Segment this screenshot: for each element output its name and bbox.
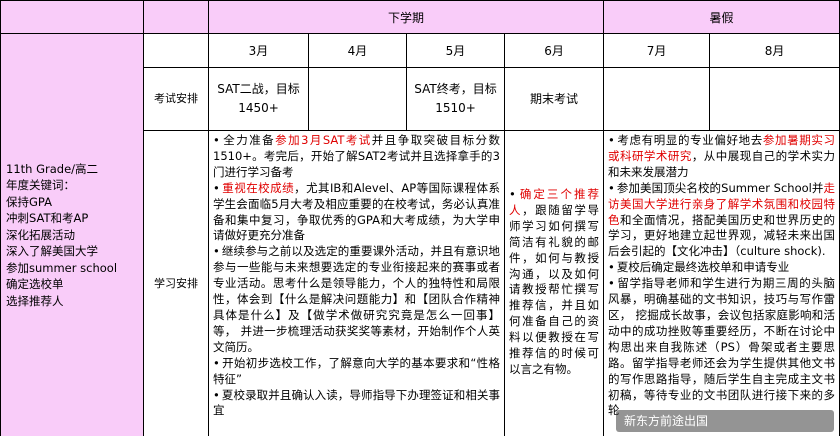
- study-jun: • 确定三个推荐人，跟随留学导师学习如何撰写简洁有礼貌的邮件，如何与教授沟通，以及…: [503, 130, 605, 436]
- exam-may-line2: 1510+: [435, 101, 476, 115]
- blank-header-cell: [143, 0, 209, 34]
- exam-may-line1: SAT终考，目标: [414, 82, 497, 96]
- study-item: • 全力准备参加3月SAT考试并且争取突破目标分数1510+。考完后，开始了解SA…: [213, 133, 501, 179]
- exam-may: SAT终考，目标 1510+: [406, 67, 505, 131]
- study-item: • 开始初步选校工作，了解意向大学的基本要求和“性格特征”: [213, 355, 500, 386]
- exam-apr: [308, 67, 407, 131]
- exam-mar: SAT二战，目标 1450+: [208, 67, 309, 131]
- watermark: 新东方前途出国: [616, 410, 834, 432]
- exam-aug: [709, 67, 840, 131]
- grade-keywords: 11th Grade/高二 年度关键词： 保持GPA 冲刺SAT和考AP 深化拓…: [2, 161, 143, 310]
- exam-mar-line2: 1450+: [238, 101, 279, 115]
- study-item: • 考虑有明显的专业偏好地去参加暑期实习或科研学术研究，从中展现自己的学术实力和未…: [608, 133, 836, 179]
- study-item: • 留学指导老师和学生进行为期三周的头脑风暴，明确基础的文书知识，技巧与写作雷区，…: [608, 276, 836, 418]
- side-line: 确定选校单: [6, 277, 64, 292]
- study-item: • 夏校后确定最终选校单和申请专业: [608, 260, 790, 275]
- exam-jul: [603, 67, 711, 131]
- month-header-mar: 3月: [208, 33, 309, 68]
- study-item: • 参加美国顶尖名校的Summer School并走访美国大学进行亲身了解学术氛围…: [608, 180, 836, 259]
- row-label-exam: 考试安排: [143, 67, 209, 131]
- month-header-may: 5月: [406, 33, 505, 68]
- study-item: • 夏校录取并且确认入读，导师指导下办理签证和相关事宜: [213, 387, 500, 418]
- side-line: 深入了解美国大学: [6, 244, 98, 259]
- plan-table-wrap: 下学期 暑假 11th Grade/高二 年度关键词： 保持GPA 冲刺SAT和…: [0, 0, 840, 436]
- month-header-aug: 8月: [709, 33, 840, 68]
- side-line: 保持GPA: [6, 194, 52, 209]
- month-stub-cell: [143, 33, 209, 68]
- side-line: 深化拓展活动: [6, 227, 75, 242]
- month-header-jul: 7月: [603, 33, 711, 68]
- month-header-apr: 4月: [308, 33, 407, 68]
- row-label-study: 学习安排: [143, 130, 209, 436]
- grade-keywords-cell: 11th Grade/高二 年度关键词： 保持GPA 冲刺SAT和考AP 深化拓…: [0, 33, 144, 436]
- side-line: 冲刺SAT和考AP: [6, 211, 89, 226]
- study-summer: • 考虑有明显的专业偏好地去参加暑期实习或科研学术研究，从中展现自己的学术实力和未…: [603, 130, 840, 436]
- plan-table: 下学期 暑假 11th Grade/高二 年度关键词： 保持GPA 冲刺SAT和…: [0, 0, 840, 436]
- term-header-summer: 暑假: [603, 0, 840, 34]
- study-item: • 重视在校成绩，尤其IB和Alevel、AP等国际课程体系学生会面临5月大考及相…: [213, 180, 501, 243]
- side-line: 11th Grade/高二: [6, 161, 99, 176]
- month-header-jun: 6月: [503, 33, 605, 68]
- side-line: 年度关键词：: [6, 178, 75, 193]
- exam-mar-line1: SAT二战，目标: [217, 82, 300, 96]
- study-mar-may: • 全力准备参加3月SAT考试并且争取突破目标分数1510+。考完后，开始了解SA…: [208, 130, 505, 436]
- study-item: • 继续参与之前以及选定的重要课外活动，并且有意识地参与一些能与未来想要选定的专业…: [213, 244, 500, 354]
- corner-cell: [0, 0, 144, 34]
- study-item: • 确定三个推荐人，跟随留学导师学习如何撰写简洁有礼貌的邮件，如何与教授沟通，以及…: [509, 187, 600, 376]
- term-header-spring: 下学期: [207, 0, 605, 34]
- side-line: 参加summer school: [6, 260, 118, 275]
- exam-jun: 期末考试: [503, 67, 605, 131]
- side-line: 选择推荐人: [6, 293, 64, 308]
